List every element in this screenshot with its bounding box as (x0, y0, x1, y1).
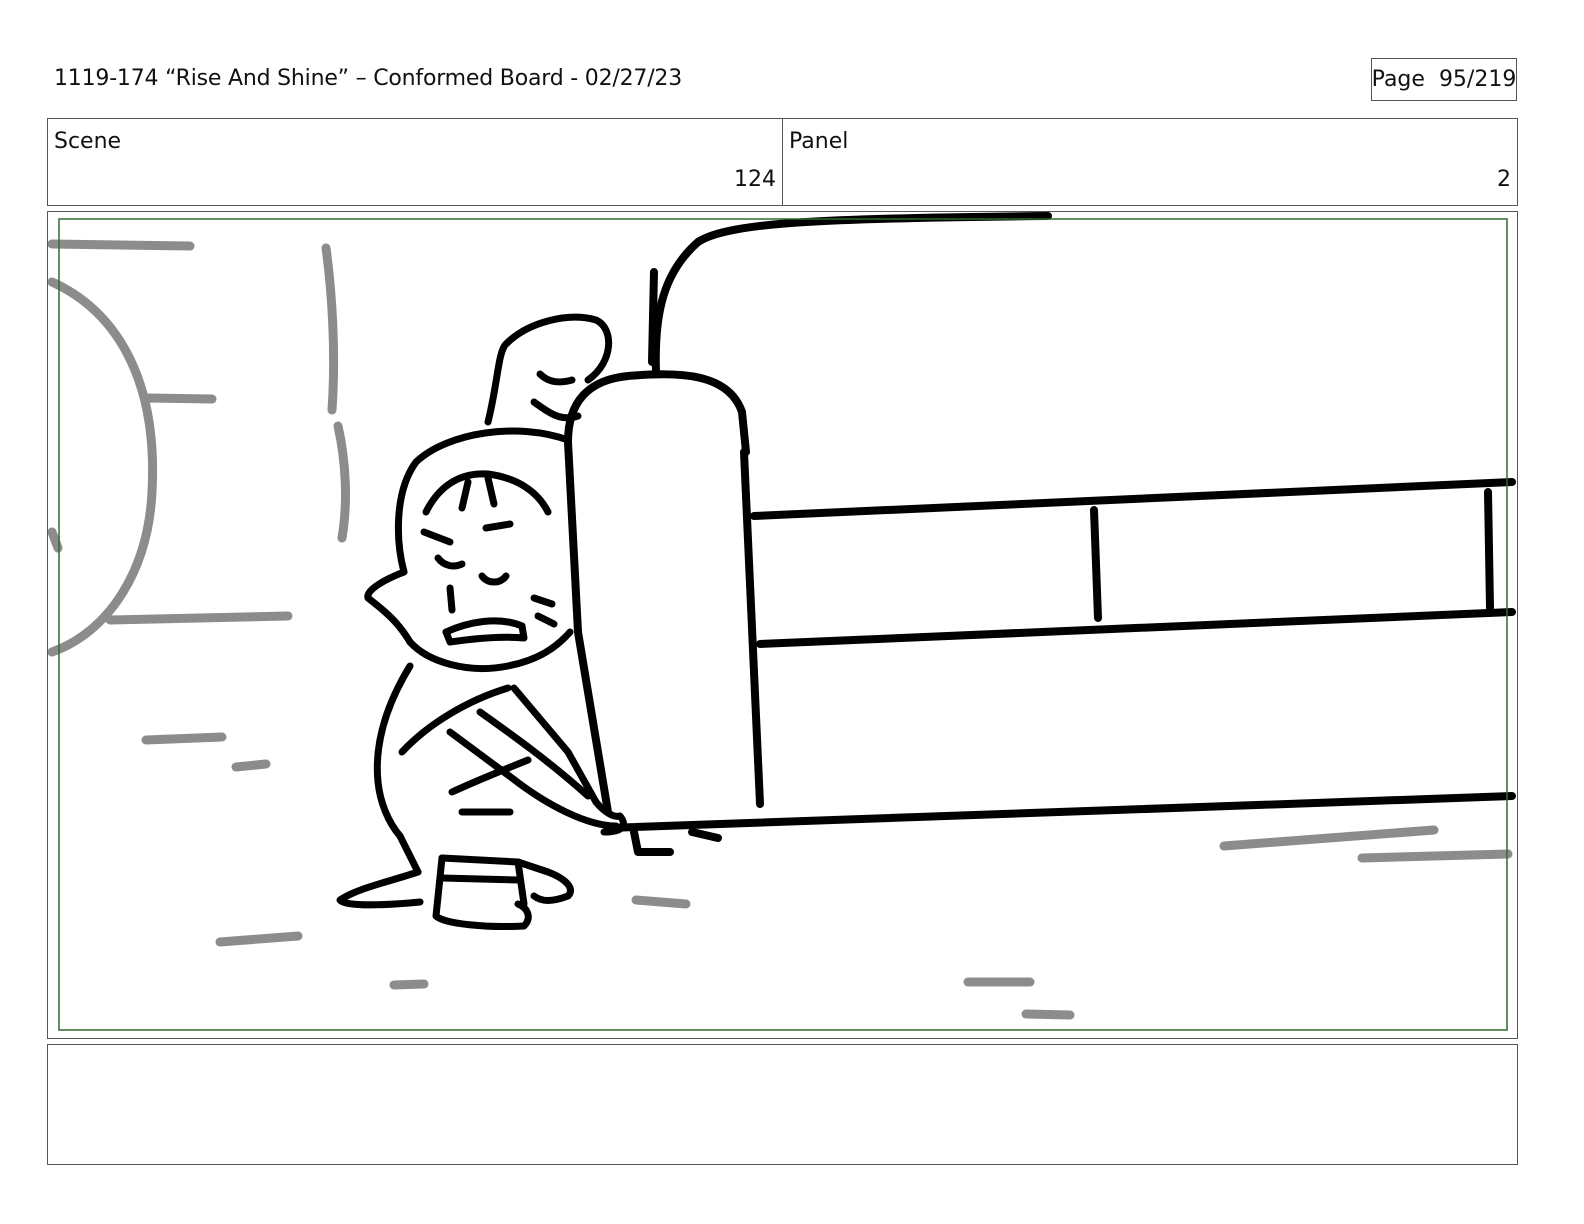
scene-panel-header: Scene 124 Panel 2 (47, 118, 1518, 206)
notes-box[interactable] (47, 1044, 1518, 1165)
scene-cell: Scene 124 (48, 119, 782, 205)
storyboard-panel (47, 211, 1518, 1039)
panel-cell: Panel 2 (782, 119, 1517, 205)
page-label: Page (1371, 67, 1425, 92)
page-number: 95/219 (1438, 67, 1517, 92)
background-sketch-lines (48, 239, 1513, 1020)
panel-number: 2 (1497, 167, 1511, 192)
panel-label: Panel (789, 129, 849, 154)
page-indicator: Page 95/219 (1371, 58, 1517, 101)
scene-label: Scene (54, 129, 122, 154)
storyboard-sketch (48, 212, 1516, 1031)
sofa-drawing (564, 212, 1516, 856)
board-title: 1119-174 “Rise And Shine” – Conformed Bo… (54, 66, 682, 91)
scene-number: 124 (734, 167, 776, 192)
